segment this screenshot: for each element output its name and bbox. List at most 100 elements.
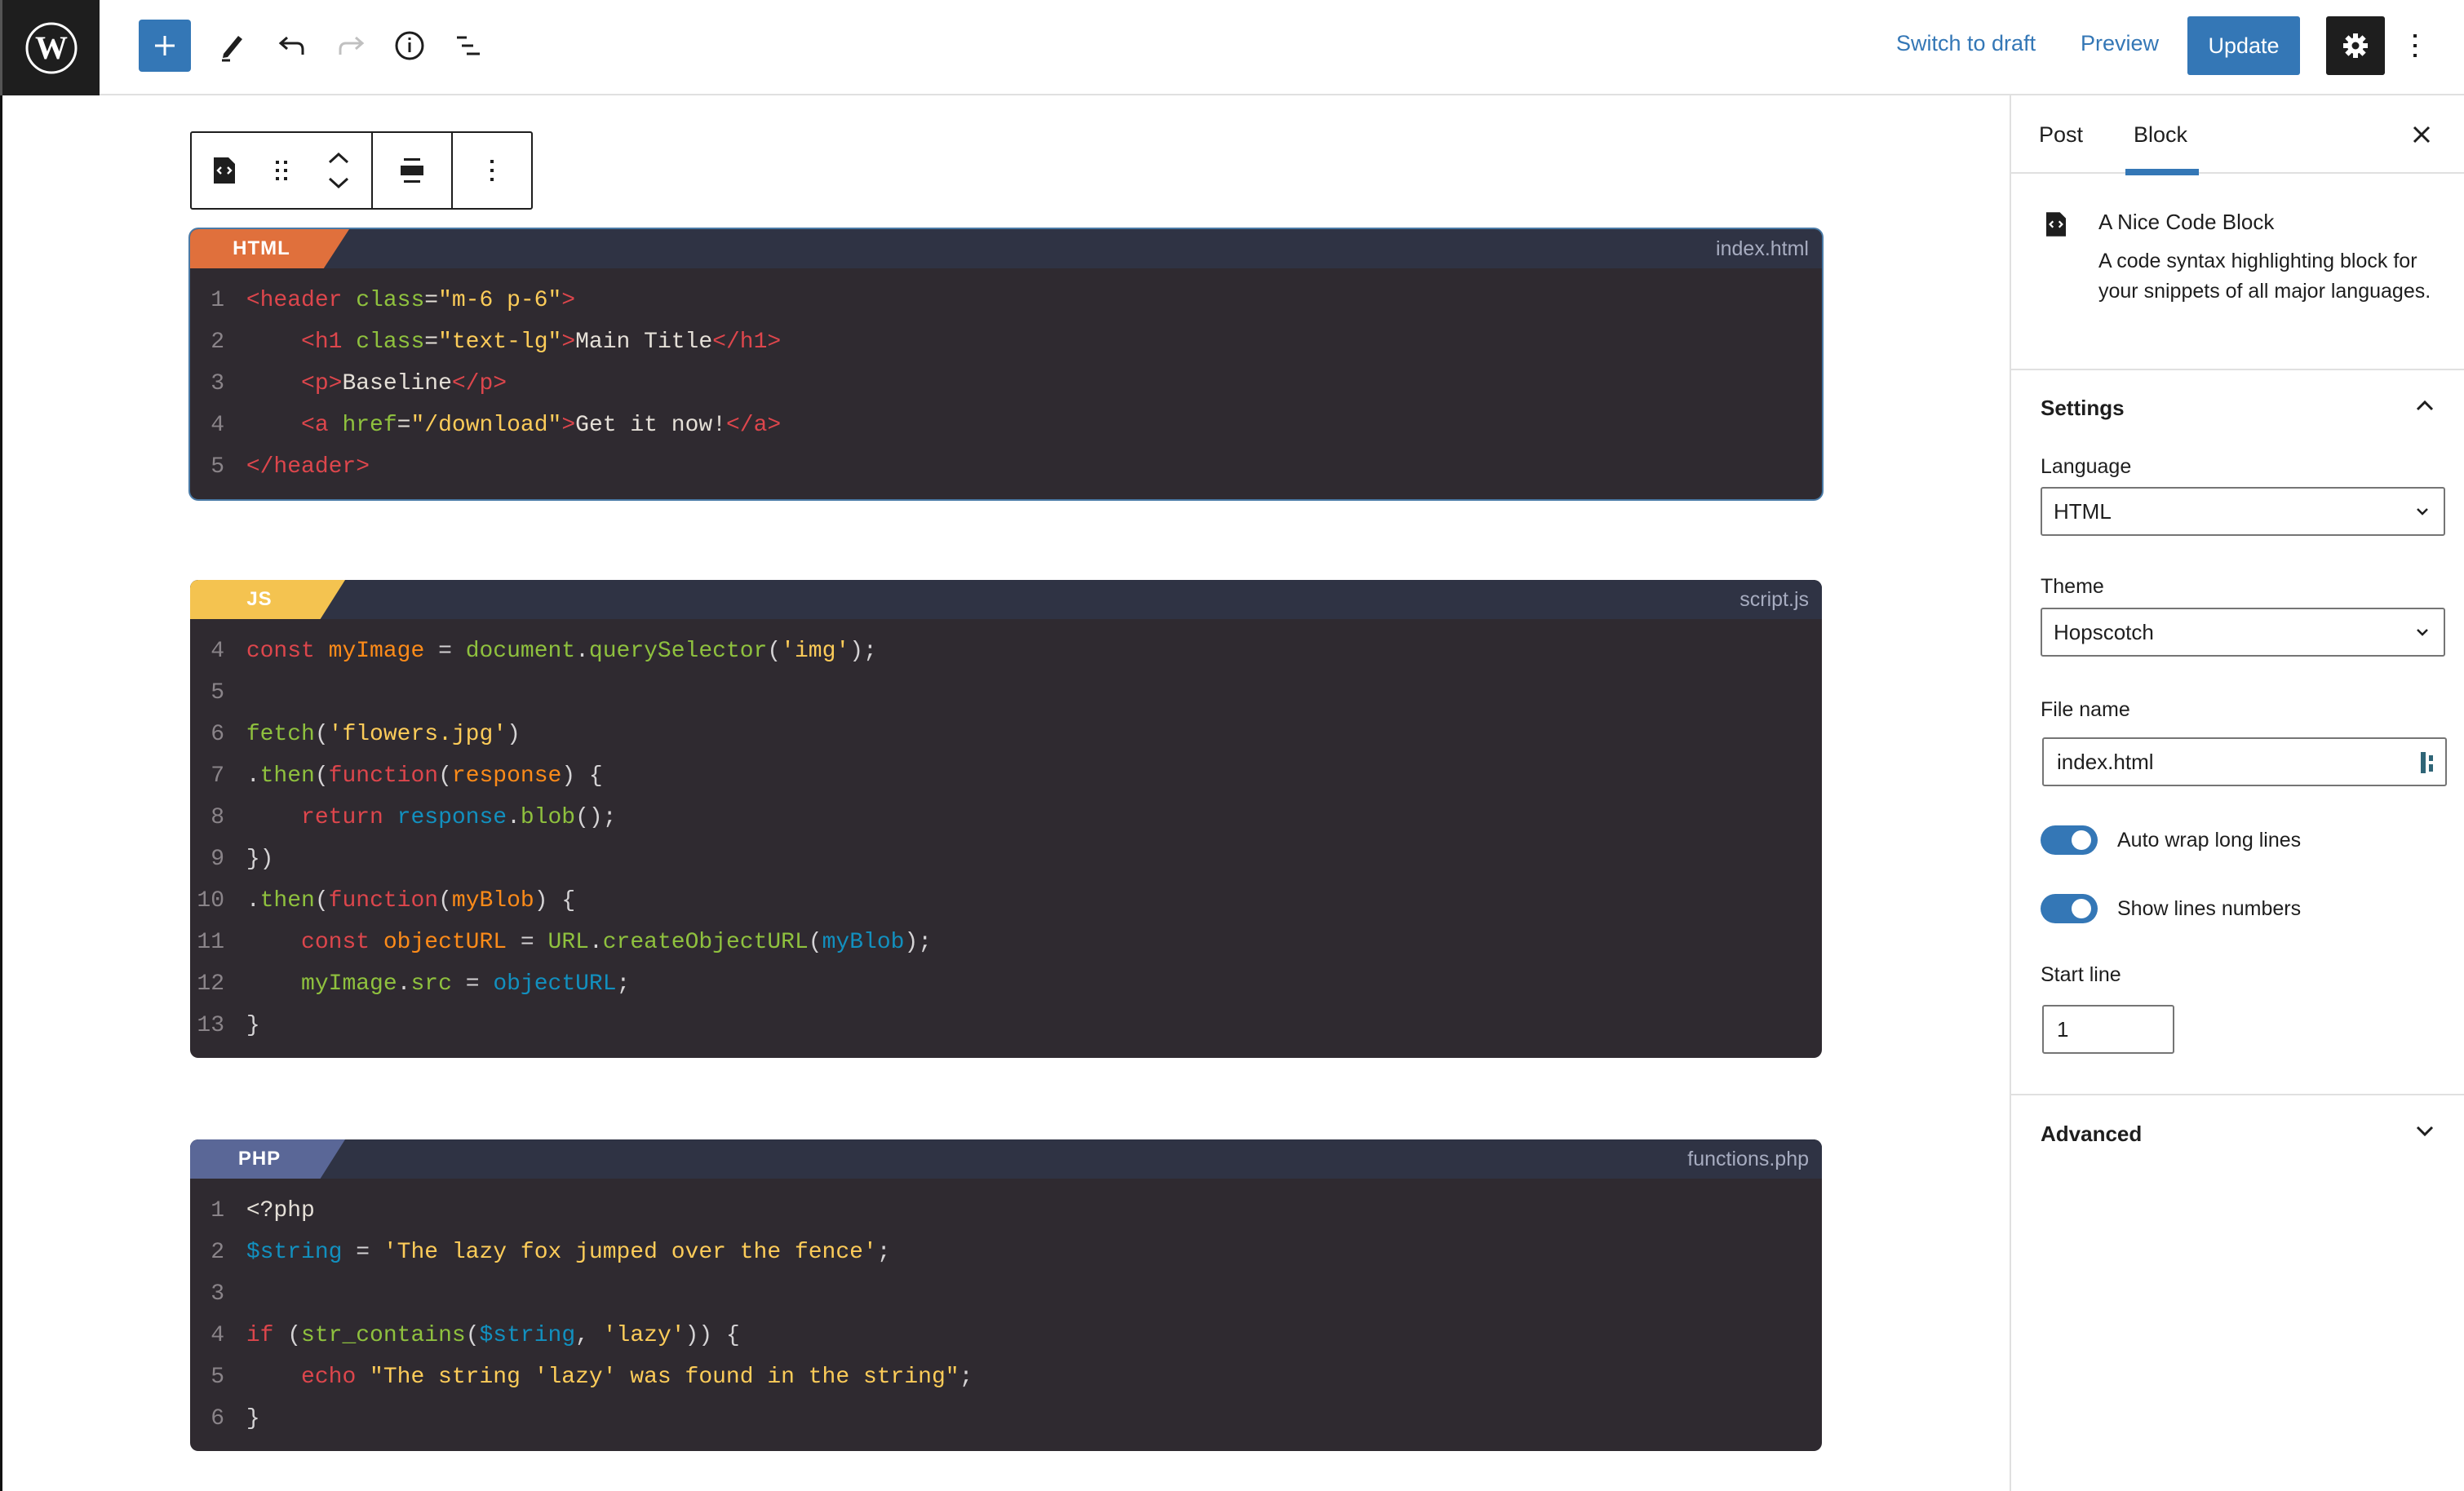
code-token: function: [328, 763, 439, 789]
code-token: </h1>: [712, 330, 782, 355]
settings-panel-toggle[interactable]: [2410, 391, 2440, 420]
code-token: createObjectURL: [602, 930, 809, 955]
code-token: then: [259, 888, 315, 914]
auto-wrap-label: Auto wrap long lines: [2117, 828, 2302, 852]
code-token: }: [246, 1013, 260, 1038]
file-name-label: File name: [2041, 698, 2130, 721]
code-token: ,: [575, 1323, 603, 1348]
code-token: ): [507, 722, 521, 747]
list-view-button[interactable]: [442, 20, 494, 72]
advanced-panel-toggle[interactable]: [2410, 1117, 2440, 1146]
code-token: (: [314, 888, 329, 914]
code-token: >: [561, 330, 576, 355]
gear-icon: [2343, 33, 2368, 58]
block-type-button[interactable]: [192, 133, 257, 208]
code-token: 'The lazy fox jumped over the fence': [383, 1240, 877, 1265]
update-button[interactable]: Update: [2187, 16, 2300, 75]
chevron-down-icon: [2417, 629, 2428, 636]
code-line: 8 return response.blob();: [190, 797, 1822, 838]
code-line: 4 const myImage = document.querySelector…: [190, 630, 1822, 672]
code-line: 2 <h1 class="text-lg">Main Title</h1>: [190, 321, 1822, 363]
line-number: 5: [211, 454, 224, 480]
code-line: 7 .then(function(response) {: [190, 755, 1822, 797]
line-number: 12: [197, 971, 224, 997]
tab-block[interactable]: Block: [2125, 95, 2200, 175]
code-token: objectURL: [383, 930, 507, 955]
code-token: Baseline: [342, 371, 452, 396]
theme-select[interactable]: Hopscotch: [2041, 608, 2445, 657]
code-token: .: [246, 763, 260, 789]
code-text: .then(function(response) {: [233, 755, 1822, 797]
details-button[interactable]: [383, 20, 436, 72]
settings-button[interactable]: [2326, 16, 2385, 75]
code-text: <h1 class="text-lg">Main Title</h1>: [233, 321, 1822, 363]
move-down-icon[interactable]: [327, 176, 350, 189]
chevron-down-icon: [2416, 1126, 2434, 1137]
language-select[interactable]: HTML: [2041, 487, 2445, 536]
code-body[interactable]: 1 <?php 2 $string = 'The lazy fox jumped …: [190, 1179, 1822, 1451]
code-token: Get it now!: [575, 413, 726, 438]
code-body[interactable]: 4 const myImage = document.querySelector…: [190, 619, 1822, 1058]
wordpress-icon: W: [25, 22, 77, 73]
code-block-php[interactable]: PHP functions.php 1 <?php 2 $string = 'Th…: [190, 1139, 1822, 1451]
code-block-js[interactable]: JS script.js 4 const myImage = document.…: [190, 580, 1822, 1058]
code-token: URL: [547, 930, 589, 955]
code-body[interactable]: 1 <header class="m-6 p-6"> 2 <h1 class="t…: [190, 268, 1822, 499]
code-token: "text-lg": [438, 330, 562, 355]
auto-wrap-switch[interactable]: [2041, 825, 2098, 855]
auto-wrap-toggle[interactable]: Auto wrap long lines: [2041, 825, 2301, 855]
code-token: <p>: [301, 371, 343, 396]
list-view-icon: [457, 36, 480, 55]
plus-icon: [155, 36, 175, 55]
drag-handle[interactable]: [257, 133, 306, 208]
code-block-html[interactable]: HTML index.html 1 <header class="m-6 p-6…: [190, 229, 1822, 499]
code-token: class: [356, 288, 425, 313]
code-token: =: [507, 930, 548, 955]
block-toolbar-group-main: [192, 133, 373, 208]
code-token: myImage: [328, 639, 425, 664]
code-token: <?php: [246, 1198, 315, 1223]
show-line-numbers-toggle[interactable]: Show lines numbers: [2041, 894, 2301, 923]
options-button[interactable]: [2399, 16, 2431, 75]
close-sidebar-button[interactable]: [2402, 115, 2441, 154]
code-token: querySelector: [588, 639, 768, 664]
wordpress-logo[interactable]: W: [0, 0, 100, 95]
block-options-button[interactable]: [453, 133, 531, 208]
language-label: Language: [2041, 455, 2132, 478]
code-token: ;: [959, 1365, 973, 1390]
line-number: 7: [211, 763, 224, 789]
code-token: src: [410, 971, 452, 997]
tab-post[interactable]: Post: [2039, 95, 2083, 174]
file-name-label: functions.php: [1687, 1148, 1809, 1170]
code-token: myBlob: [451, 888, 534, 914]
undo-icon: [278, 36, 304, 55]
theme-select-value: Hopscotch: [2054, 619, 2154, 644]
code-text: echo "The string 'lazy' was found in the…: [233, 1356, 1822, 1398]
align-button[interactable]: [373, 133, 451, 208]
code-token: <header: [246, 288, 357, 313]
pencil-icon: [222, 36, 242, 62]
code-token: =: [424, 288, 439, 313]
password-manager-icon[interactable]: [2419, 750, 2437, 775]
start-line-input[interactable]: 1: [2042, 1005, 2174, 1054]
preview-button[interactable]: Preview: [2081, 31, 2159, 56]
code-token: (: [314, 763, 329, 789]
code-block-header: HTML index.html: [190, 229, 1822, 268]
switch-to-draft-button[interactable]: Switch to draft: [1896, 31, 2036, 56]
code-text: fetch('flowers.jpg'): [233, 714, 1822, 755]
add-block-button[interactable]: [139, 20, 191, 72]
line-number: 9: [211, 847, 224, 872]
move-up-icon[interactable]: [327, 152, 350, 165]
code-line: 2 $string = 'The lazy fox jumped over th…: [190, 1232, 1822, 1273]
show-line-numbers-switch[interactable]: [2041, 894, 2098, 923]
advanced-panel-title[interactable]: Advanced: [2041, 1122, 2142, 1147]
settings-panel-title[interactable]: Settings: [2041, 396, 2125, 421]
undo-button[interactable]: [266, 20, 318, 72]
redo-button[interactable]: [325, 20, 377, 72]
code-token: (: [767, 639, 782, 664]
file-name-input-value: index.html: [2057, 749, 2154, 774]
file-name-input[interactable]: index.html: [2042, 737, 2447, 786]
code-text: if (str_contains($string, 'lazy')) {: [233, 1315, 1822, 1356]
tools-button[interactable]: [206, 20, 258, 72]
